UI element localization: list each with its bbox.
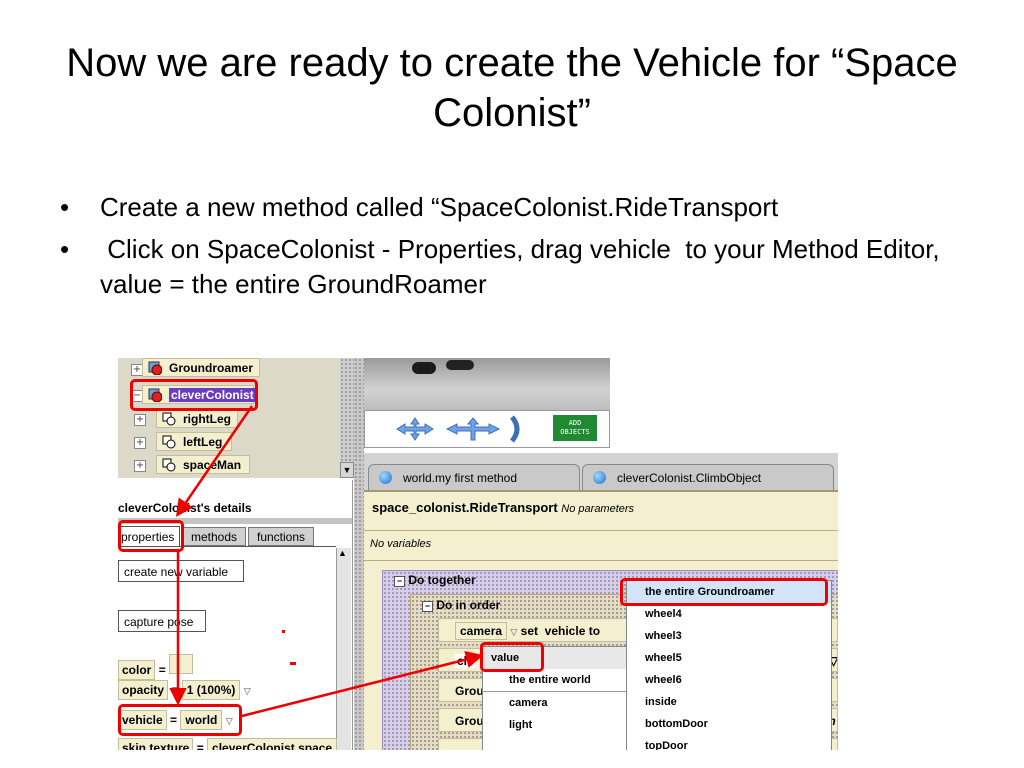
bullet-text: Create a new method called “SpaceColonis…	[100, 192, 779, 222]
bullet-text: Click on SpaceColonist - Properties, dra…	[100, 234, 947, 299]
bullet-list: • Create a new method called “SpaceColoni…	[60, 190, 960, 309]
annotation-arrows	[169, 405, 484, 718]
bullet-item: • Click on SpaceColonist - Properties, d…	[60, 234, 947, 299]
arrow-to-editor	[241, 650, 484, 718]
bullet-item: • Create a new method called “SpaceColoni…	[60, 192, 779, 222]
arrow-to-properties	[176, 405, 254, 517]
slide-title: Now we are ready to create the Vehicle f…	[66, 41, 958, 135]
alice-screenshot: ▼ + Groundroamer − cleverColonist + righ…	[118, 358, 838, 750]
